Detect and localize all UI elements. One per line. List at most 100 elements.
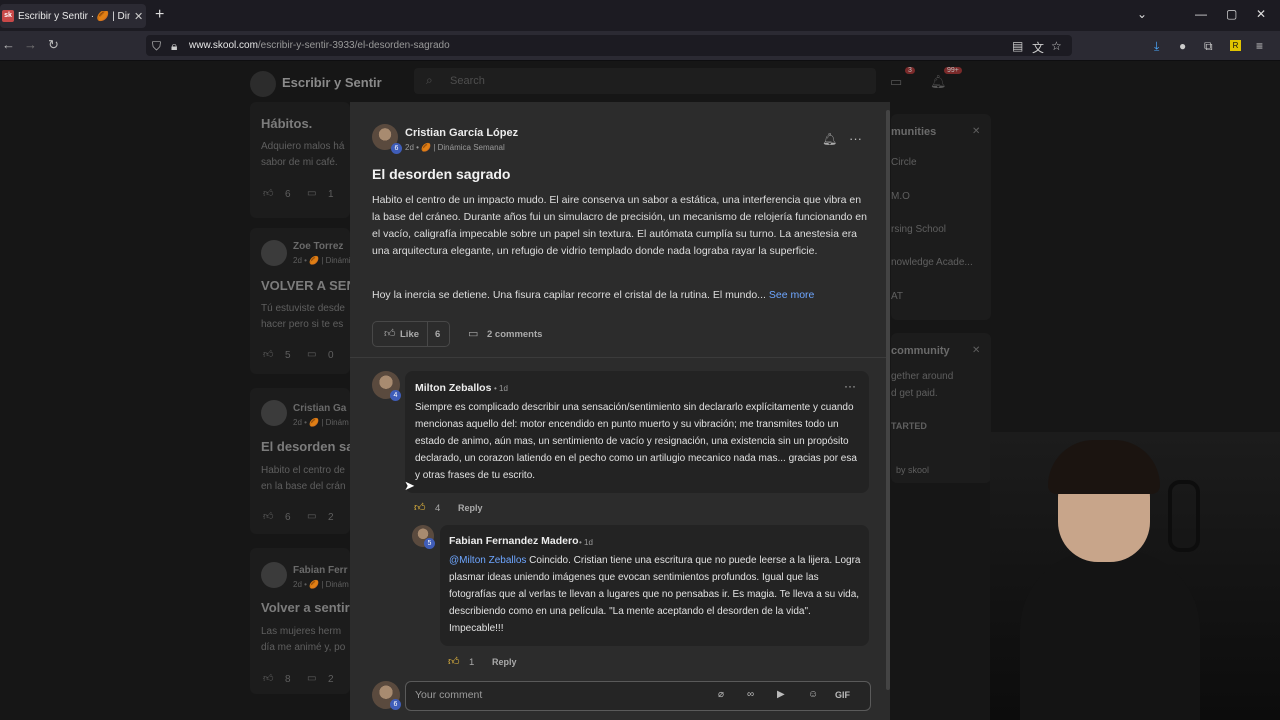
bg-sidebar-item[interactable]: Circle — [891, 157, 917, 168]
bg-sidebar-item[interactable]: rsing School — [891, 224, 946, 235]
post-body-text: Hoy la inercia se detiene. Una fisura ca… — [372, 289, 766, 301]
maximize-icon[interactable]: ▢ — [1226, 7, 1237, 21]
more-options-icon[interactable]: ··· — [849, 131, 862, 146]
tab-list-chevron-icon[interactable]: ⌄ — [1137, 7, 1147, 21]
liked-thumb-icon[interactable]: 👍︎ — [448, 655, 460, 668]
url-text[interactable]: www.skool.com/escribir-y-sentir-3933/el-… — [189, 40, 450, 51]
comment-time: • 1d — [579, 538, 593, 547]
back-icon[interactable]: ← — [2, 37, 15, 52]
comment-icon: ▭ — [468, 328, 479, 340]
bg-sidebar-item[interactable]: nowledge Acade... — [891, 257, 973, 268]
bg-post-like-icon: 👍︎ — [263, 511, 274, 522]
level-badge: 4 — [390, 390, 401, 401]
bg-sidebar-item[interactable]: AT — [891, 291, 903, 302]
bg-post-likes: 8 — [285, 674, 291, 685]
person-body — [1020, 550, 1200, 720]
bg-post-meta: 2d • 🏉 | Dinám — [293, 580, 349, 589]
mention-link[interactable]: @Milton Zeballos — [449, 555, 526, 566]
reply-button[interactable]: Reply — [492, 657, 517, 667]
account-icon[interactable]: ● — [1179, 39, 1186, 53]
post-meta[interactable]: 2d • 🏉 | Dinámica Semanal — [405, 143, 505, 152]
lock-icon: 🔒︎ — [171, 39, 178, 53]
video-icon[interactable]: ▶ — [777, 689, 785, 700]
tab-title: Escribir y Sentir · 🏉 | Dinámica — [18, 10, 130, 22]
bg-community-text: gether around — [891, 371, 954, 382]
community-name[interactable]: Escribir y Sentir — [282, 75, 382, 90]
new-tab-icon[interactable]: + — [155, 6, 164, 24]
comment-author[interactable]: Fabian Fernandez Madero — [449, 535, 579, 547]
chat-icon[interactable]: ▭ — [890, 74, 902, 90]
bg-community-text: d get paid. — [891, 388, 938, 399]
reload-icon[interactable]: ↻ — [48, 37, 59, 53]
url-path: /escribir-y-sentir-3933/el-desorden-sagr… — [257, 40, 450, 51]
shield-icon[interactable]: ⛉ — [152, 39, 161, 54]
comment-text-block: @Milton Zeballos Coincido. Cristian tien… — [449, 552, 861, 637]
post-author[interactable]: Cristian García López — [405, 127, 518, 139]
bg-post-title: El desorden sa — [261, 439, 354, 454]
gif-button[interactable]: GIF — [835, 690, 850, 700]
divider — [350, 357, 886, 358]
headset-icon — [1168, 480, 1200, 552]
bg-post-comment-icon: ▭ — [307, 673, 317, 684]
extensions-icon[interactable]: ⧉ — [1204, 39, 1213, 54]
more-options-icon[interactable]: ··· — [844, 379, 856, 393]
comment-text: Coincido. Cristian tiene una escritura q… — [449, 555, 861, 634]
bg-post-title: Volver a sentir — [261, 600, 350, 615]
bell-icon[interactable]: 🔔︎ — [822, 132, 837, 146]
bg-post-meta: 2d • 🏉 | Dinámi — [293, 256, 351, 265]
bg-powered-by: by skool — [896, 465, 930, 475]
bg-post-excerpt: Habito el centro de en la base del crán — [261, 465, 346, 492]
bg-community-header: community — [891, 345, 950, 357]
attach-icon[interactable]: ⌀ — [718, 689, 724, 700]
person-hair — [1048, 440, 1160, 494]
like-count[interactable]: 6 — [435, 329, 440, 340]
liked-thumb-icon[interactable]: 👍︎ — [414, 501, 426, 514]
bg-get-started-button[interactable]: TARTED — [891, 421, 927, 431]
link-icon[interactable]: ∞ — [747, 689, 754, 700]
bg-community-close-icon[interactable]: ✕ — [972, 345, 980, 356]
bg-post-comments: 0 — [328, 350, 334, 361]
window-close-icon[interactable]: ✕ — [1256, 7, 1266, 21]
comment-like-count: 4 — [435, 503, 441, 514]
bookmark-star-icon[interactable]: ☆ — [1051, 39, 1062, 53]
webcam-overlay — [990, 432, 1280, 720]
like-label: Like — [400, 329, 420, 340]
bg-sidebar-item[interactable]: M.O — [891, 191, 910, 202]
comment-input[interactable]: Your comment ⌀ ∞ ▶ ☺ GIF — [405, 681, 871, 711]
post-body-paragraph-truncated: Hoy la inercia se detiene. Una fisura ca… — [372, 287, 870, 304]
comment-time: • 1d — [494, 384, 508, 393]
bg-post-likes: 6 — [285, 189, 291, 200]
forward-icon[interactable]: → — [24, 37, 37, 52]
bg-post-comments: 1 — [328, 189, 334, 200]
avatar — [261, 240, 287, 266]
browser-tab-active[interactable]: sk Escribir y Sentir · 🏉 | Dinámica ✕ — [0, 4, 146, 28]
avatar — [261, 562, 287, 588]
bg-post-excerpt: Las mujeres herm día me animé y, po — [261, 626, 346, 653]
community-logo[interactable] — [250, 71, 276, 97]
post-title: El desorden sagrado — [372, 166, 511, 182]
comment-text: Siempre es complicado describir una sens… — [415, 402, 857, 481]
emoji-icon[interactable]: ☺ — [808, 689, 818, 700]
see-more-link[interactable]: See more — [769, 289, 815, 301]
chat-badge: 3 — [905, 67, 915, 74]
comments-count[interactable]: 2 comments — [487, 329, 542, 340]
bg-sidebar-close-icon[interactable]: ✕ — [972, 126, 980, 137]
extension-r-icon[interactable]: R — [1230, 40, 1241, 51]
tab-close-icon[interactable]: ✕ — [134, 10, 143, 23]
translate-icon[interactable]: 文 — [1032, 39, 1044, 56]
search-placeholder: Search — [450, 75, 485, 87]
menu-icon[interactable]: ≡ — [1256, 39, 1263, 53]
post-body-paragraph: Habito el centro de un impacto mudo. El … — [372, 194, 867, 257]
minimize-icon[interactable]: — — [1195, 7, 1207, 21]
bg-post-likes: 6 — [285, 512, 291, 523]
download-icon[interactable]: ⤓ — [1154, 39, 1159, 54]
level-badge: 5 — [424, 538, 435, 549]
tab-bar — [0, 0, 1280, 31]
reply-button[interactable]: Reply — [458, 503, 483, 513]
bg-post-title: Hábitos. — [261, 116, 313, 131]
bell-icon[interactable]: 🔔︎ — [930, 74, 947, 90]
modal-scrollbar[interactable] — [886, 110, 890, 690]
reader-view-icon[interactable]: ▤ — [1012, 39, 1023, 53]
notification-badge: 99+ — [944, 67, 962, 74]
comment-author[interactable]: Milton Zeballos — [415, 382, 491, 394]
